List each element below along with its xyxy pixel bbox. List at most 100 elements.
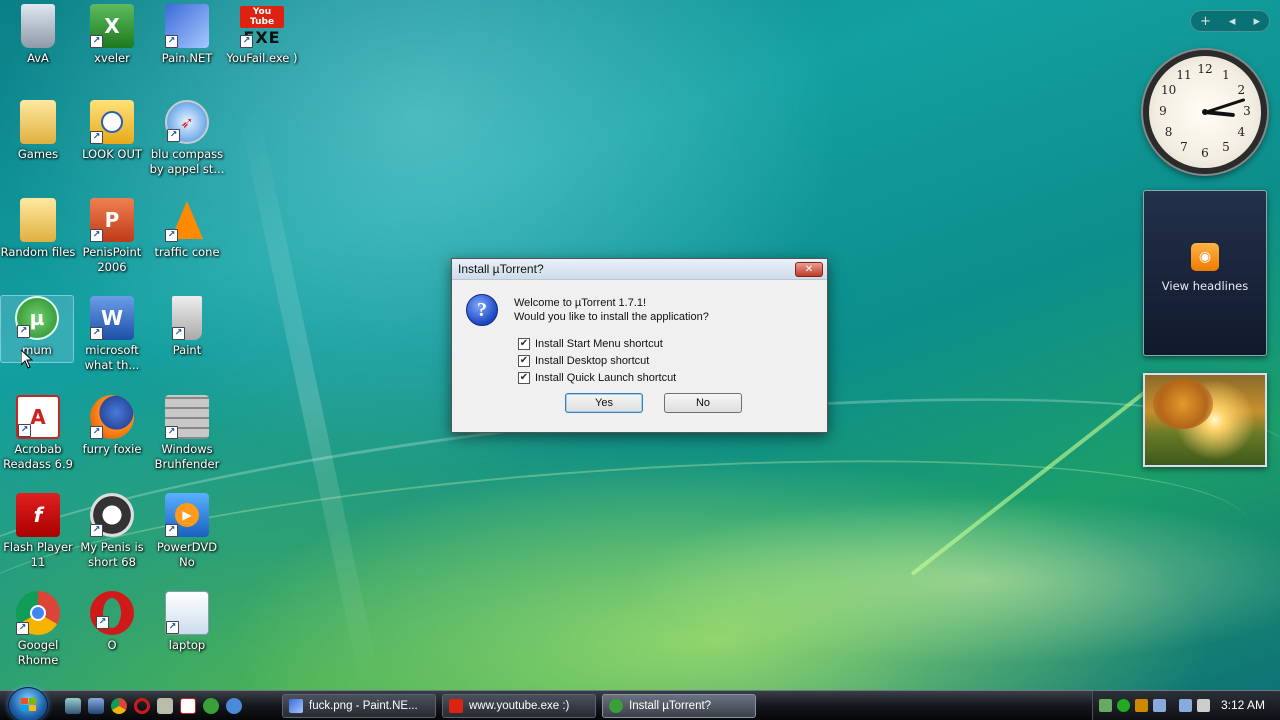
- tray-shield-icon[interactable]: [1135, 699, 1148, 712]
- desktop-icon-powerdvd[interactable]: ▶ ↗ PowerDVD No: [149, 493, 225, 570]
- next-gadget-button[interactable]: ▸: [1253, 14, 1260, 29]
- desktop-icon-xveler[interactable]: X ↗ xveler: [74, 4, 150, 66]
- acrobat-quicklaunch-icon[interactable]: [180, 698, 196, 714]
- youtube-exe-icon: You Tube EXE ↗: [240, 4, 284, 48]
- wallpaper-streak: [910, 388, 1150, 576]
- utorrent-icon: µ ↗: [15, 296, 59, 340]
- desktop-icon-furry-foxie[interactable]: ↗ furry foxie: [74, 395, 150, 457]
- clock-time[interactable]: 3:12 AM: [1221, 698, 1265, 712]
- install-utorrent-dialog: Install µTorrent? ✕ ? Welcome to µTorren…: [451, 258, 828, 433]
- shortcut-arrow-icon: ↗: [166, 621, 179, 634]
- start-button[interactable]: [8, 687, 48, 720]
- no-button[interactable]: No: [664, 393, 742, 413]
- yes-button[interactable]: Yes: [565, 393, 643, 413]
- desktop-icon-label: Paint: [172, 343, 202, 357]
- clock-number: 11: [1176, 67, 1192, 82]
- add-gadget-button[interactable]: +: [1200, 14, 1211, 29]
- desktop-icon-label: Acrobab Readass 6.9: [3, 442, 73, 471]
- tray-app-icon[interactable]: [1099, 699, 1112, 712]
- paint-net-icon: [289, 699, 303, 713]
- paint-net-icon: ↗: [165, 4, 209, 48]
- task-label: www.youtube.exe :): [469, 700, 570, 712]
- question-icon: ?: [466, 294, 498, 326]
- raccoon-quicklaunch-icon[interactable]: [157, 698, 173, 714]
- checkbox-quick-launch[interactable]: ✔: [518, 371, 530, 384]
- chrome-quicklaunch-icon[interactable]: [111, 698, 127, 714]
- desktop-icon-blu-compass[interactable]: ➶ ↗ blu compass by appel st...: [149, 100, 225, 177]
- shortcut-arrow-icon: ↗: [90, 229, 103, 242]
- desktop-icon-flash-player[interactable]: f Flash Player 11: [0, 493, 76, 570]
- desktop-icon-label: mum: [22, 343, 52, 357]
- powerdvd-icon: ▶ ↗: [165, 493, 209, 537]
- task-install-utorrent[interactable]: Install µTorrent?: [602, 694, 756, 718]
- shortcut-arrow-icon: ↗: [90, 327, 103, 340]
- volume-icon[interactable]: [1197, 699, 1210, 712]
- option-label: Install Desktop shortcut: [535, 354, 650, 367]
- desktop-icon-pain-net[interactable]: ↗ Pain.NET: [149, 4, 225, 66]
- clock-gadget[interactable]: 12 1 2 3 4 5 6 7 8 9 10 11: [1143, 50, 1267, 174]
- checkbox-start-menu[interactable]: ✔: [518, 337, 530, 350]
- desktop-icon-label: PenisPoint 2006: [82, 245, 142, 274]
- desktop-icon-label: My Penis is short 68: [80, 540, 144, 569]
- shortcut-arrow-icon: ↗: [18, 424, 31, 437]
- task-paint-net[interactable]: fuck.png - Paint.NE...: [282, 694, 436, 718]
- close-button[interactable]: ✕: [795, 262, 823, 277]
- desktop-icon-recycle-bin[interactable]: AvA: [0, 4, 76, 66]
- wallpaper-streak: [237, 104, 383, 696]
- desktop-icon-look-out[interactable]: ↗ LOOK OUT: [74, 100, 150, 162]
- show-desktop-icon[interactable]: [65, 698, 81, 714]
- shortcut-arrow-icon: ↗: [240, 35, 253, 48]
- slideshow-gadget[interactable]: [1143, 373, 1267, 467]
- feed-headlines-gadget[interactable]: ◉ View headlines: [1143, 190, 1267, 356]
- desktop-icon-label: traffic cone: [154, 245, 220, 259]
- slideshow-photo: [1153, 379, 1213, 429]
- checkbox-desktop[interactable]: ✔: [518, 354, 530, 367]
- dialog-titlebar[interactable]: Install µTorrent? ✕: [452, 259, 827, 280]
- shortcut-arrow-icon: ↗: [165, 229, 178, 242]
- utorrent-quicklaunch-icon[interactable]: [203, 698, 219, 714]
- tray-app-icon[interactable]: [1153, 699, 1166, 712]
- switch-windows-icon[interactable]: [88, 698, 104, 714]
- desktop-icon-acrobab[interactable]: A ↗ Acrobab Readass 6.9: [0, 395, 76, 472]
- brick-wall-icon: ↗: [165, 395, 209, 439]
- desktop-icon-googel-rhome[interactable]: ↗ Googel Rhome: [0, 591, 76, 668]
- clock-number: 7: [1180, 140, 1188, 155]
- outlook-icon: ↗: [90, 100, 134, 144]
- shortcut-arrow-icon: ↗: [90, 524, 103, 537]
- desktop-icon-my-penis[interactable]: ↗ My Penis is short 68: [74, 493, 150, 570]
- task-youtube-exe[interactable]: www.youtube.exe :): [442, 694, 596, 718]
- clock-number: 12: [1197, 62, 1213, 76]
- desktop-icon-laptop[interactable]: ↗ laptop: [149, 591, 225, 653]
- desktop-icon-windows-bruhfender[interactable]: ↗ Windows Bruhfender: [149, 395, 225, 472]
- option-start-menu[interactable]: ✔ Install Start Menu shortcut: [518, 335, 676, 352]
- prev-gadget-button[interactable]: ◂: [1229, 14, 1236, 29]
- ie-quicklaunch-icon[interactable]: [226, 698, 242, 714]
- flash-icon: f: [16, 493, 60, 537]
- shortcut-arrow-icon: ↗: [90, 426, 103, 439]
- shortcut-arrow-icon: ↗: [172, 327, 185, 340]
- desktop-icon-penispoint[interactable]: P ↗ PenisPoint 2006: [74, 198, 150, 275]
- recycle-bin-icon: [21, 4, 55, 48]
- utorrent-icon: [609, 699, 623, 713]
- tray-utorrent-icon[interactable]: [1117, 699, 1130, 712]
- desktop-icon-label: O: [107, 638, 117, 652]
- desktop-icon-o[interactable]: ↗ O: [74, 591, 150, 653]
- opera-quicklaunch-icon[interactable]: [134, 698, 150, 714]
- option-quick-launch[interactable]: ✔ Install Quick Launch shortcut: [518, 369, 676, 386]
- shortcut-arrow-icon: ↗: [90, 35, 103, 48]
- desktop-icon-youfail[interactable]: You Tube EXE ↗ YouFail.exe ): [224, 4, 300, 66]
- desktop-icon-random-files[interactable]: Random files: [0, 198, 76, 260]
- clock-number: 5: [1222, 140, 1230, 155]
- shortcut-arrow-icon: ↗: [96, 616, 109, 629]
- rss-icon: ◉: [1191, 243, 1219, 271]
- option-desktop[interactable]: ✔ Install Desktop shortcut: [518, 352, 676, 369]
- network-icon[interactable]: [1179, 699, 1192, 712]
- desktop-icon-games[interactable]: Games: [0, 100, 76, 162]
- desktop-icon-label: Games: [17, 147, 59, 161]
- desktop-icon-label: AvA: [27, 51, 49, 65]
- desktop-icon-traffic-cone[interactable]: ↗ traffic cone: [149, 198, 225, 260]
- desktop-icon-microsoft-word[interactable]: W ↗ microsoft what th...: [74, 296, 150, 373]
- desktop-icon-mum[interactable]: µ ↗ mum: [0, 295, 74, 363]
- desktop-icon-paint[interactable]: ↗ Paint: [149, 296, 225, 358]
- paint-icon: ↗: [172, 296, 202, 340]
